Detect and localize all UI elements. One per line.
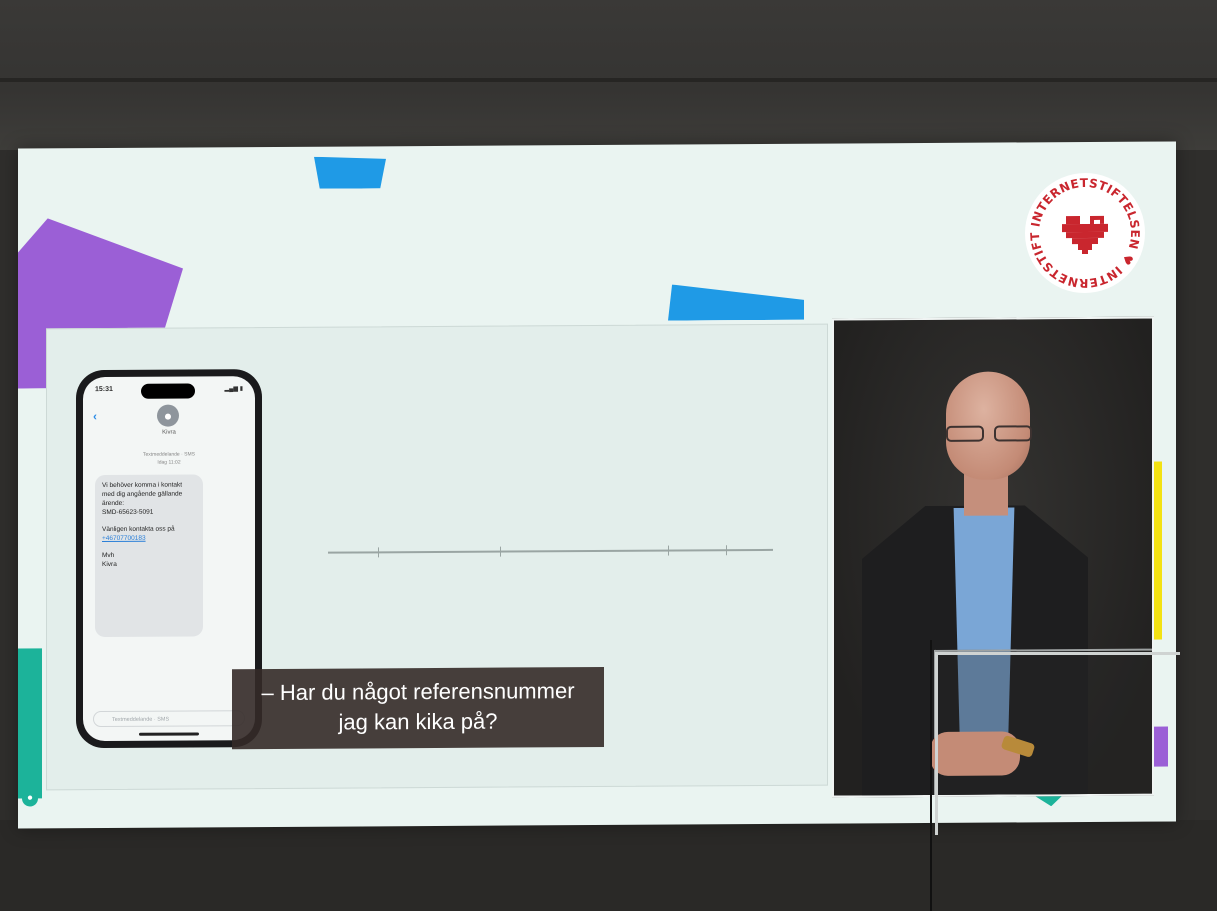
timeline-tick bbox=[500, 546, 501, 557]
corner-badge-icon: ● bbox=[22, 790, 38, 807]
dynamic-island bbox=[141, 383, 195, 399]
home-indicator bbox=[139, 732, 199, 736]
phone-number-link: +46707700183 bbox=[102, 534, 146, 543]
stage-lectern-frame bbox=[935, 652, 1180, 835]
blue-decor-shape-mid bbox=[668, 284, 804, 321]
status-time: 15:31 bbox=[95, 385, 113, 394]
phone-screen: 15:31 ▂▄▆ ▮ ‹ ● Kivra Textmeddelande · S… bbox=[83, 376, 255, 742]
timeline-tick bbox=[726, 545, 727, 556]
back-chevron-icon: ‹ bbox=[93, 409, 97, 424]
timeline-tick bbox=[668, 545, 669, 556]
reference-number: SMD-65623-5091 bbox=[102, 508, 154, 517]
subtitle-caption: – Har du något referensnummer jag kan ki… bbox=[232, 666, 604, 750]
glasses-icon bbox=[942, 425, 1036, 444]
subtitle-line-1: – Har du något referensnummer bbox=[261, 678, 575, 706]
signal-battery-icon: ▂▄▆ ▮ bbox=[224, 386, 243, 393]
sign-off: Mvh bbox=[102, 551, 115, 560]
message-input: Textmeddelande · SMS bbox=[93, 710, 245, 728]
sms-bubble: Vi behöver komma i kontakt med dig angåe… bbox=[95, 474, 203, 638]
sender-name: Kivra bbox=[102, 560, 117, 569]
teal-decor-shape-left bbox=[18, 648, 42, 799]
internetstiftelsen-logo: INTERNETSTIFTELSEN ♥ INTERNETSTIFTELSEN … bbox=[1022, 170, 1145, 294]
contact-avatar-icon: ● bbox=[157, 404, 179, 427]
message-meta: Textmeddelande · SMS Idag 11:02 bbox=[83, 450, 255, 467]
room-ceiling bbox=[0, 0, 1217, 150]
contact-name: Kivra bbox=[162, 429, 176, 436]
message-time: Idag 11:02 bbox=[157, 459, 181, 466]
ceiling-beam bbox=[0, 78, 1217, 82]
message-text-2: Vänligen kontakta oss på bbox=[102, 525, 175, 534]
message-text-1: Vi behöver komma i kontakt med dig angåe… bbox=[102, 481, 183, 508]
blue-decor-shape-top bbox=[314, 156, 386, 188]
microphone-stand bbox=[930, 640, 932, 911]
timeline-tick bbox=[378, 547, 379, 558]
subtitle-line-2: jag kan kika på? bbox=[338, 708, 498, 735]
